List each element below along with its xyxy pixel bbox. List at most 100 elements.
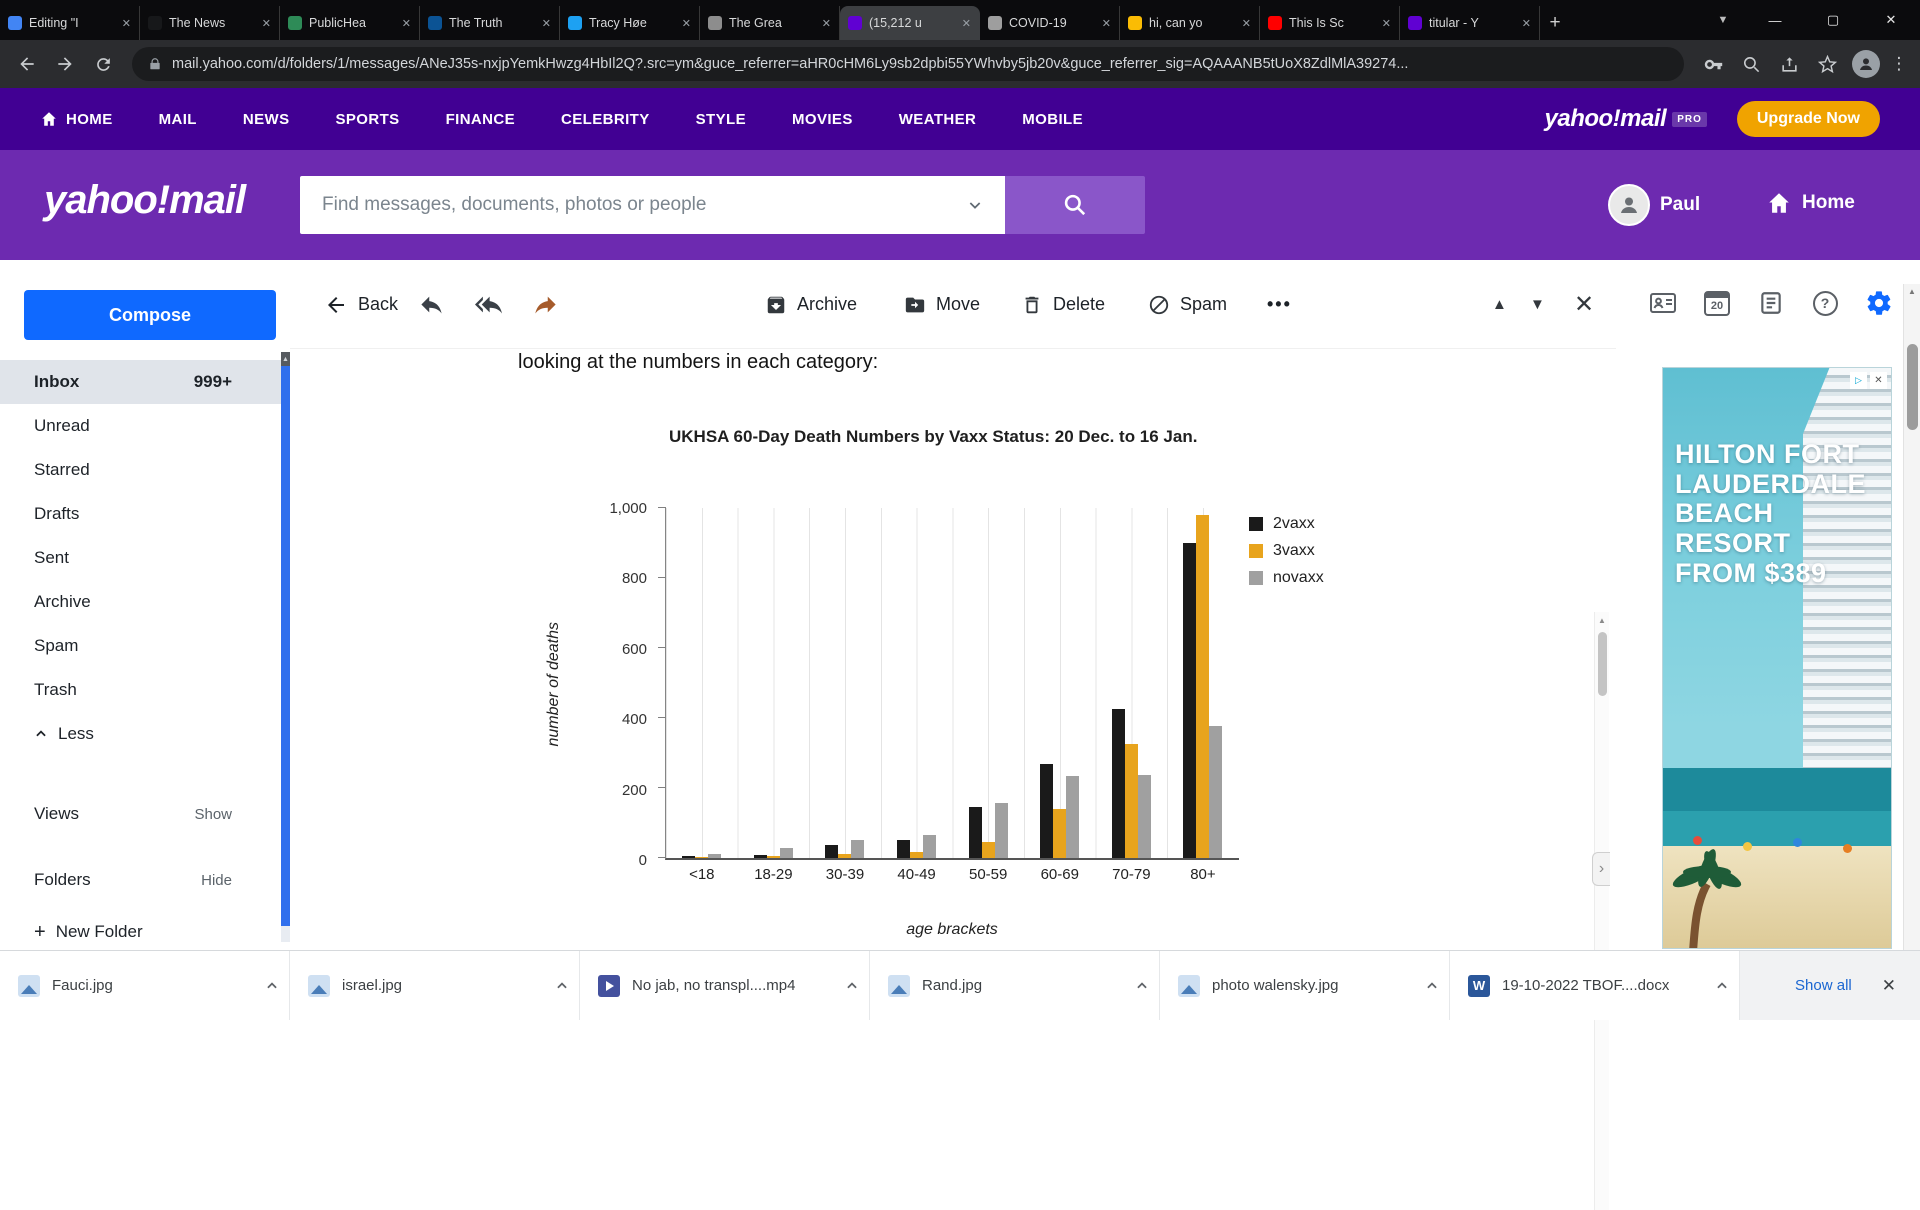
- password-key-button[interactable]: [1696, 47, 1730, 81]
- settings-button[interactable]: [1861, 285, 1897, 321]
- tab-close-icon[interactable]: ✕: [260, 17, 271, 30]
- new-tab-button[interactable]: +: [1540, 8, 1570, 38]
- search-button[interactable]: [1005, 176, 1145, 234]
- window-close-button[interactable]: ✕: [1862, 0, 1920, 40]
- maximize-button[interactable]: ▢: [1804, 0, 1862, 40]
- home-link[interactable]: Home: [1766, 190, 1855, 216]
- scrollbar-thumb[interactable]: [281, 366, 290, 926]
- back-to-list-button[interactable]: Back: [324, 260, 398, 349]
- forward-button[interactable]: [48, 47, 82, 81]
- delete-button[interactable]: Delete: [1021, 260, 1105, 349]
- scroll-up-arrow-icon[interactable]: ▲: [281, 352, 290, 366]
- browser-tab[interactable]: This Is Sc ✕: [1260, 6, 1400, 40]
- search-field[interactable]: [300, 176, 1005, 234]
- nav-item-weather[interactable]: WEATHER: [899, 88, 977, 150]
- refresh-button[interactable]: [86, 47, 120, 81]
- minimize-button[interactable]: —: [1746, 0, 1804, 40]
- tab-close-icon[interactable]: ✕: [1100, 17, 1111, 30]
- compose-button[interactable]: Compose: [24, 290, 276, 340]
- browser-tab[interactable]: hi, can yo ✕: [1120, 6, 1260, 40]
- browser-tab[interactable]: The Grea ✕: [700, 6, 840, 40]
- downloads-bar-close-button[interactable]: ✕: [1882, 976, 1896, 996]
- show-all-downloads-button[interactable]: Show all: [1795, 977, 1852, 994]
- folders-hide-toggle[interactable]: Hide: [201, 872, 232, 889]
- sidebar-scrollbar[interactable]: ▲: [281, 352, 290, 942]
- browser-profile-avatar[interactable]: [1852, 50, 1880, 78]
- chevron-up-icon[interactable]: [1425, 979, 1439, 993]
- nav-item-movies[interactable]: MOVIES: [792, 88, 853, 150]
- tab-close-icon[interactable]: ✕: [960, 17, 971, 30]
- download-item[interactable]: Fauci.jpg: [0, 951, 290, 1020]
- tab-close-icon[interactable]: ✕: [1520, 17, 1531, 30]
- forward-button[interactable]: [532, 291, 559, 318]
- download-item[interactable]: israel.jpg: [290, 951, 580, 1020]
- download-item[interactable]: No jab, no transpl....mp4: [580, 951, 870, 1020]
- tab-close-icon[interactable]: ✕: [820, 17, 831, 30]
- nav-item-news[interactable]: NEWS: [243, 88, 290, 150]
- browser-tab[interactable]: PublicHea ✕: [280, 6, 420, 40]
- chevron-up-icon[interactable]: [845, 979, 859, 993]
- views-show-toggle[interactable]: Show: [194, 806, 232, 823]
- notepad-button[interactable]: [1753, 285, 1789, 321]
- browser-tab[interactable]: titular - Y ✕: [1400, 6, 1540, 40]
- bookmark-button[interactable]: [1810, 47, 1844, 81]
- ad-close-button[interactable]: ✕: [1870, 372, 1887, 389]
- contacts-button[interactable]: [1645, 285, 1681, 321]
- browser-tab[interactable]: (15,212 u ✕: [840, 6, 980, 40]
- nav-item-home[interactable]: HOME: [40, 88, 113, 150]
- spam-button[interactable]: Spam: [1148, 260, 1227, 349]
- tab-search-chevron-icon[interactable]: ▼: [1700, 0, 1746, 40]
- archive-button[interactable]: Archive: [765, 260, 857, 349]
- sidebar-item-inbox[interactable]: Inbox 999+: [0, 360, 282, 404]
- nav-item-mobile[interactable]: MOBILE: [1022, 88, 1083, 150]
- sidebar-item-archive[interactable]: Archive: [0, 580, 282, 624]
- tab-close-icon[interactable]: ✕: [120, 17, 131, 30]
- move-button[interactable]: Move: [904, 260, 980, 349]
- nav-item-sports[interactable]: SPORTS: [335, 88, 399, 150]
- nav-item-finance[interactable]: FINANCE: [446, 88, 515, 150]
- address-bar[interactable]: mail.yahoo.com/d/folders/1/messages/ANeJ…: [132, 47, 1684, 81]
- reply-all-button[interactable]: [475, 291, 502, 318]
- close-message-button[interactable]: ✕: [1574, 260, 1594, 349]
- browser-tab[interactable]: Editing "I ✕: [0, 6, 140, 40]
- tab-close-icon[interactable]: ✕: [680, 17, 691, 30]
- next-message-button[interactable]: ▼: [1530, 260, 1545, 349]
- nav-item-mail[interactable]: MAIL: [159, 88, 197, 159]
- scroll-up-arrow-icon[interactable]: ▲: [1595, 612, 1609, 625]
- upgrade-now-button[interactable]: Upgrade Now: [1736, 101, 1880, 137]
- browser-tab[interactable]: The News ✕: [140, 6, 280, 40]
- scroll-up-arrow-icon[interactable]: ▲: [1904, 284, 1920, 296]
- sidebar-item-drafts[interactable]: Drafts: [0, 492, 282, 536]
- chevron-up-icon[interactable]: [1135, 979, 1149, 993]
- calendar-button[interactable]: 20: [1699, 285, 1735, 321]
- browser-tab[interactable]: The Truth ✕: [420, 6, 560, 40]
- content-scrollbar[interactable]: ▲: [1594, 612, 1609, 1210]
- sidebar-item-unread[interactable]: Unread: [0, 404, 282, 448]
- sidebar-item-sent[interactable]: Sent: [0, 536, 282, 580]
- more-actions-button[interactable]: •••: [1267, 260, 1292, 349]
- scrollbar-thumb[interactable]: [1598, 632, 1607, 696]
- yahoo-mail-logo[interactable]: yahoo!mail: [44, 178, 246, 223]
- browser-menu-button[interactable]: ⋮: [1888, 54, 1910, 74]
- scrollbar-thumb[interactable]: [1907, 344, 1918, 430]
- nav-item-celebrity[interactable]: CELEBRITY: [561, 88, 650, 150]
- download-item[interactable]: photo walensky.jpg: [1160, 951, 1450, 1020]
- chevron-down-icon[interactable]: [967, 197, 983, 213]
- tab-close-icon[interactable]: ✕: [1240, 17, 1251, 30]
- sidebar-item-starred[interactable]: Starred: [0, 448, 282, 492]
- browser-tab[interactable]: COVID-19 ✕: [980, 6, 1120, 40]
- search-input[interactable]: [322, 194, 957, 216]
- chevron-up-icon[interactable]: [265, 979, 279, 993]
- download-item[interactable]: Rand.jpg: [870, 951, 1160, 1020]
- zoom-button[interactable]: [1734, 47, 1768, 81]
- back-button[interactable]: [10, 47, 44, 81]
- tab-close-icon[interactable]: ✕: [1380, 17, 1391, 30]
- page-scrollbar[interactable]: ▲: [1903, 284, 1920, 950]
- nav-item-style[interactable]: STYLE: [696, 88, 746, 150]
- account-area[interactable]: Paul: [1608, 184, 1700, 226]
- browser-tab[interactable]: Tracy Høe ✕: [560, 6, 700, 40]
- sidebar-item-spam[interactable]: Spam: [0, 624, 282, 668]
- sidebar-item-less[interactable]: Less: [0, 712, 282, 756]
- download-item[interactable]: W 19-10-2022 TBOF....docx: [1450, 951, 1740, 1020]
- sidebar-item-trash[interactable]: Trash: [0, 668, 282, 712]
